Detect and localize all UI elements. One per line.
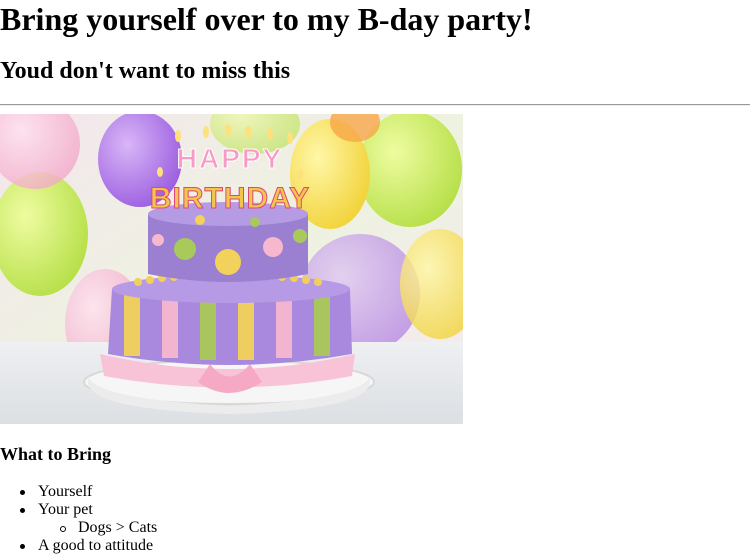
birthday-cake-image: HAPPY BIRTHDAY [0,114,463,424]
bullet-disc-icon [20,544,25,549]
cake-topper-line2: BIRTHDAY [150,182,310,215]
bullet-circle-icon [60,526,66,532]
list-item-label: Your pet [38,501,93,518]
what-to-bring-list: Yourself Your pet Dogs > Cats A good to … [0,483,300,555]
nested-list: Dogs > Cats [38,519,300,537]
birthday-cake-photo: HAPPY BIRTHDAY [0,114,463,424]
cake-topper-line1: HAPPY [177,143,283,174]
list-item: A good to attitude [0,537,300,555]
list-item: Yourself [0,483,300,501]
nested-list-item-label: Dogs > Cats [78,519,158,536]
nested-list-item: Dogs > Cats [38,519,300,537]
horizontal-rule [0,104,750,106]
list-item-label: Yourself [38,483,93,500]
bullet-disc-icon [20,508,25,513]
list-item-label: A good to attitude [38,537,154,554]
list-item: Your pet Dogs > Cats [0,501,300,537]
page-heading: Bring yourself over to my B-day party! [0,1,533,37]
page-subheading: Youd don't want to miss this [0,58,291,84]
list-title: What to Bring [0,444,112,464]
bullet-disc-icon [20,490,25,495]
